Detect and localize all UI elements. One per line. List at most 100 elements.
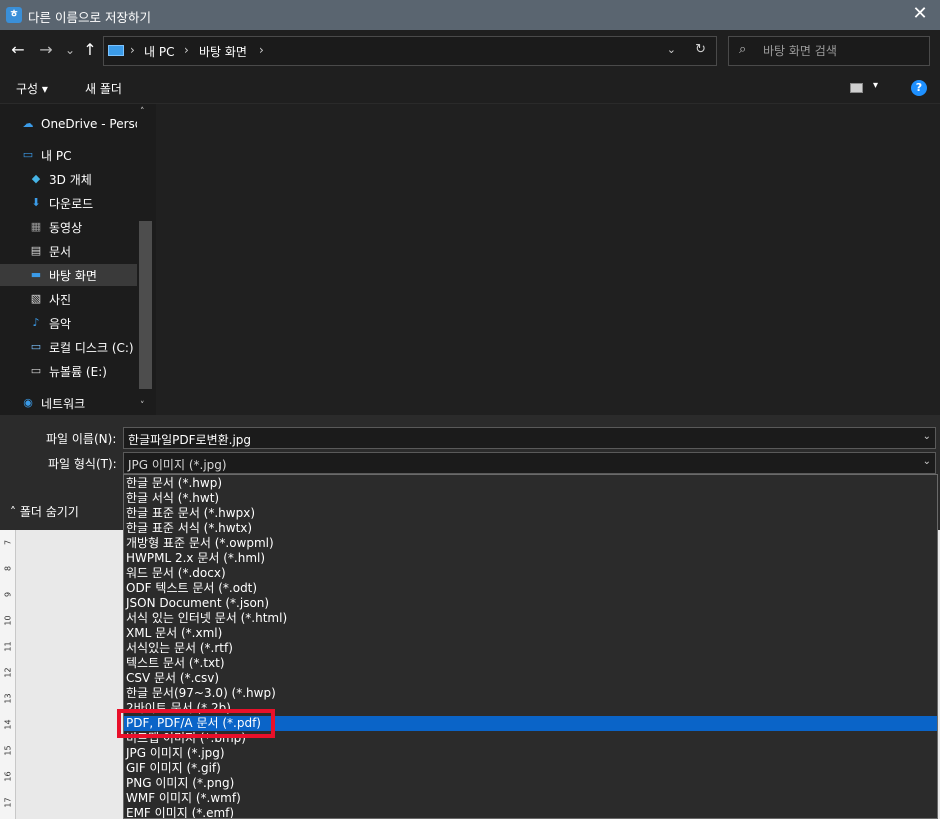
filetype-option[interactable]: 한글 서식 (*.hwt)	[124, 491, 937, 506]
ruler-number: 14	[3, 719, 13, 730]
refresh-icon[interactable]: ↻	[695, 42, 706, 57]
close-icon[interactable]: ✕	[910, 4, 930, 24]
filetype-option[interactable]: 한글 문서(97~3.0) (*.hwp)	[124, 686, 937, 701]
sidebar-item[interactable]: ☁ OneDrive - Personal	[0, 113, 138, 135]
sidebar-item[interactable]: ◉ 네트워크	[0, 392, 137, 414]
filetype-option[interactable]: 한글 문서 (*.hwp)	[124, 476, 937, 491]
filename-value[interactable]: 한글파일PDF로변환.jpg	[128, 431, 251, 448]
sidebar-item[interactable]: ▭ 로컬 디스크 (C:)	[0, 336, 137, 358]
ruler-number: 11	[3, 641, 13, 652]
sidebar-item-label: 뉴볼륨 (E:)	[49, 364, 107, 379]
sidebar-item[interactable]: ♪ 음악	[0, 312, 137, 334]
sidebar-item[interactable]: ▬ 바탕 화면	[0, 264, 137, 286]
filetype-option[interactable]: 한글 표준 문서 (*.hwpx)	[124, 506, 937, 521]
view-options-icon[interactable]	[850, 83, 863, 93]
title-bar: ㅎ 다른 이름으로 저장하기 ✕	[0, 0, 940, 30]
search-box[interactable]: ⌕	[728, 36, 930, 66]
breadcrumb-separator[interactable]: ›	[184, 43, 189, 57]
filetype-option[interactable]: EMF 이미지 (*.emf)	[124, 806, 937, 818]
filetype-option[interactable]: 서식있는 문서 (*.rtf)	[124, 641, 937, 656]
sidebar-item[interactable]: ▭ 내 PC	[0, 144, 137, 166]
breadcrumb-my-pc[interactable]: 내 PC	[144, 43, 174, 60]
navigation-pane-scrollbar[interactable]: ˄ ˅	[137, 104, 154, 415]
annotation-highlight-box	[117, 709, 275, 738]
search-input[interactable]	[763, 41, 923, 61]
filetype-option[interactable]: 워드 문서 (*.docx)	[124, 566, 937, 581]
filetype-label: 파일 형식(T):	[48, 457, 117, 471]
filetype-select[interactable]: JPG 이미지 (*.jpg) ⌄	[123, 452, 936, 474]
ruler-number: 16	[3, 771, 13, 782]
sidebar-item[interactable]: ▭ 뉴볼륨 (E:)	[0, 360, 137, 382]
sidebar-item[interactable]: ▧ 사진	[0, 288, 137, 310]
up-arrow-icon[interactable]: ↑	[80, 39, 100, 61]
command-toolbar: 구성 ▾ 새 폴더 ▾ ?	[0, 72, 940, 104]
vertical-ruler: 7 8 9 10 11 12 13 14 15 16 17	[0, 530, 16, 819]
sidebar-item-label: OneDrive - Personal	[41, 117, 137, 131]
file-list-pane[interactable]	[156, 104, 940, 415]
window-title: 다른 이름으로 저장하기	[28, 10, 151, 25]
filename-field[interactable]: 한글파일PDF로변환.jpg ⌄	[123, 427, 936, 449]
navigation-pane: ☁ OneDrive - Personal ▭ 내 PC◆ 3D 개체 ⬇ 다운로드 ▦ 동영상…	[0, 104, 156, 415]
ruler-number: 12	[3, 667, 13, 678]
ruler-number: 10	[3, 615, 13, 626]
filetype-option[interactable]: 개방형 표준 문서 (*.owpml)	[124, 536, 937, 551]
ruler-number: 15	[3, 745, 13, 756]
download-icon: ⬇	[31, 196, 41, 209]
filetype-option[interactable]: JSON Document (*.json)	[124, 596, 937, 611]
desktop-location-icon	[108, 45, 124, 56]
organize-menu-button[interactable]: 구성 ▾	[16, 80, 48, 97]
filename-label: 파일 이름(N):	[46, 432, 117, 446]
ruler-number: 9	[3, 591, 13, 598]
navigation-bar: ← → ⌄ ↑ › 내 PC › 바탕 화면 › ⌄ ↻ ⌕	[0, 30, 940, 72]
filetype-option[interactable]: CSV 문서 (*.csv)	[124, 671, 937, 686]
drive-icon: ▭	[30, 364, 42, 377]
sidebar-item-label: 문서	[49, 244, 72, 259]
filetype-dropdown-list[interactable]: 한글 문서 (*.hwp) 한글 서식 (*.hwt) 한글 표준 문서 (*.hw…	[123, 474, 938, 819]
sidebar-item[interactable]: ◆ 3D 개체	[0, 168, 137, 190]
filetype-chevron-icon[interactable]: ⌄	[923, 456, 931, 467]
back-arrow-icon[interactable]: ←	[8, 39, 28, 61]
filename-history-chevron-icon[interactable]: ⌄	[923, 431, 931, 442]
filetype-option[interactable]: 한글 표준 서식 (*.hwtx)	[124, 521, 937, 536]
sidebar-item-label: 바탕 화면	[49, 268, 97, 283]
forward-arrow-icon[interactable]: →	[36, 39, 56, 61]
video-icon: ▦	[30, 220, 42, 233]
recent-locations-chevron-icon[interactable]: ⌄	[60, 39, 80, 61]
filetype-option[interactable]: 서식 있는 인터넷 문서 (*.html)	[124, 611, 937, 626]
ruler-number: 13	[3, 693, 13, 704]
address-bar[interactable]: › 내 PC › 바탕 화면 › ⌄ ↻	[103, 36, 717, 66]
scroll-up-icon[interactable]: ˄	[140, 107, 145, 117]
help-icon[interactable]: ?	[911, 80, 927, 96]
picture-icon: ▧	[30, 292, 42, 305]
breadcrumb-separator[interactable]: ›	[130, 43, 135, 57]
sidebar-item[interactable]: ⬇ 다운로드	[0, 192, 137, 214]
filetype-option[interactable]: WMF 이미지 (*.wmf)	[124, 791, 937, 806]
ruler-number: 17	[3, 797, 13, 808]
filetype-option[interactable]: JPG 이미지 (*.jpg)	[124, 746, 937, 761]
address-dropdown-icon[interactable]: ⌄	[667, 43, 676, 56]
new-folder-button[interactable]: 새 폴더	[85, 80, 122, 97]
filetype-option[interactable]: ODF 텍스트 문서 (*.odt)	[124, 581, 937, 596]
sidebar-item-label: 3D 개체	[49, 172, 92, 187]
filetype-option[interactable]: 텍스트 문서 (*.txt)	[124, 656, 937, 671]
view-options-chevron-icon[interactable]: ▾	[873, 80, 878, 91]
document-icon: ▤	[30, 244, 42, 257]
filetype-option[interactable]: GIF 이미지 (*.gif)	[124, 761, 937, 776]
sidebar-item-label: 사진	[49, 292, 72, 307]
hide-folders-button[interactable]: ˄ 폴더 숨기기	[10, 503, 79, 520]
sidebar-item-label: 로컬 디스크 (C:)	[49, 340, 134, 355]
sidebar-item-label: 다운로드	[49, 196, 94, 211]
scroll-down-icon[interactable]: ˅	[140, 401, 145, 411]
search-icon: ⌕	[739, 42, 747, 57]
scroll-thumb[interactable]	[139, 221, 152, 389]
filetype-option[interactable]: XML 문서 (*.xml)	[124, 626, 937, 641]
breadcrumb-desktop[interactable]: 바탕 화면	[199, 43, 247, 60]
filetype-option[interactable]: HWPML 2.x 문서 (*.hml)	[124, 551, 937, 566]
filetype-option[interactable]: PNG 이미지 (*.png)	[124, 776, 937, 791]
breadcrumb-separator[interactable]: ›	[259, 43, 264, 57]
cloud-icon: ☁	[22, 117, 34, 130]
sidebar-item[interactable]: ▤ 문서	[0, 240, 137, 262]
sidebar-item[interactable]: ▦ 동영상	[0, 216, 137, 238]
filetype-selected-value[interactable]: JPG 이미지 (*.jpg)	[128, 456, 227, 473]
computer-icon: ▭	[22, 148, 34, 161]
